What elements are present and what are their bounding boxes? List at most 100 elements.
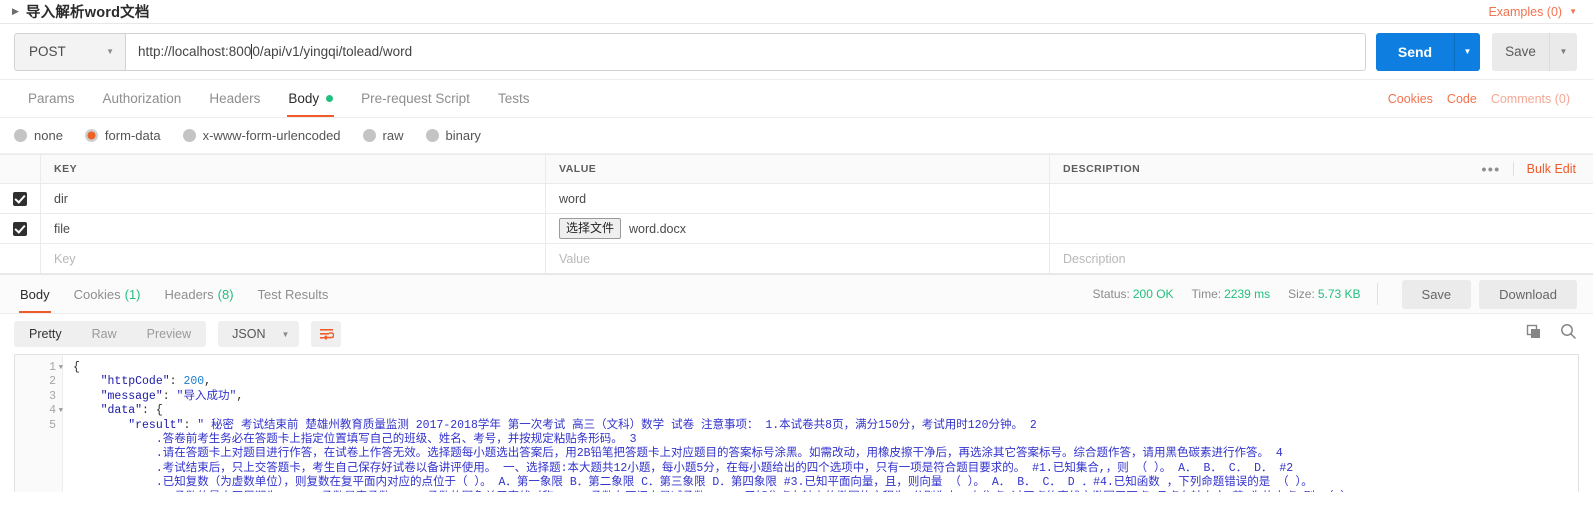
row-description-input[interactable] — [1050, 214, 1593, 244]
response-tab-test-results[interactable]: Test Results — [246, 275, 341, 313]
radio-x-www-form-urlencoded[interactable]: x-www-form-urlencoded — [182, 128, 341, 143]
tab-label: Test Results — [257, 286, 329, 302]
checkbox-checked-icon[interactable] — [13, 221, 27, 236]
copy-icon[interactable] — [1526, 324, 1542, 345]
line-number: 4 ▼ — [15, 404, 63, 418]
table-empty-row[interactable]: Key Value Description — [0, 244, 1593, 274]
row-description-input[interactable] — [1050, 184, 1593, 214]
radio-label: x-www-form-urlencoded — [202, 128, 341, 143]
column-header-key: KEY — [41, 154, 546, 184]
tab-count: (1) — [124, 286, 141, 302]
fold-toggle-icon[interactable]: ▼ — [59, 361, 63, 375]
view-mode-preview[interactable]: Preview — [132, 321, 206, 347]
code-token: , — [236, 389, 244, 403]
line-number-value: 4 — [49, 404, 56, 418]
status-badge: Status: 200 OK — [1092, 287, 1173, 301]
code-line: "result": " 秘密 考试结束前 楚雄州教育质量监测 2017-2018… — [63, 419, 1578, 433]
radio-label: form-data — [104, 128, 161, 143]
response-tab-headers[interactable]: Headers (8) — [153, 275, 246, 313]
tab-pre-request-script[interactable]: Pre-request Script — [347, 80, 484, 117]
response-format-value: JSON — [232, 327, 266, 341]
code-line-wrapped: .请在答题卡上对题目进行作答，在试卷上作答无效。选择题每小题选出答案后，用2B铅… — [63, 447, 1578, 461]
table-header-actions: ••• Bulk Edit — [1469, 162, 1580, 176]
table-row[interactable]: file 选择文件 word.docx — [0, 214, 1593, 244]
search-icon[interactable] — [1560, 323, 1577, 345]
new-row-description-input[interactable]: Description — [1050, 244, 1593, 274]
tab-tests[interactable]: Tests — [484, 80, 544, 117]
chevron-down-icon[interactable]: ▼ — [1569, 7, 1577, 16]
code-line-wrapped: .已知复数（为虚数单位），则复数在复平面内对应的点位于（ ）。 A．第一象限 B… — [63, 476, 1578, 490]
save-response-button[interactable]: Save — [1401, 279, 1472, 309]
http-method-select[interactable]: POST ▼ — [14, 32, 125, 71]
json-code-content[interactable]: { "httpCode": 200, "message": "导入成功", "d… — [63, 355, 1578, 492]
fold-toggle-icon[interactable]: ▼ — [59, 404, 63, 418]
send-options-caret-icon[interactable]: ▼ — [1454, 32, 1480, 71]
code-token: .考试结束后，只上交答题卡，考生自己保存好试卷以备讲评使用。 一、选择题:本大题… — [155, 461, 1294, 475]
code-token: : — [183, 418, 198, 432]
tab-label: Cookies — [73, 286, 121, 302]
new-row-key-input[interactable]: Key — [41, 244, 546, 274]
more-options-icon[interactable]: ••• — [1469, 162, 1514, 176]
bulk-edit-button[interactable]: Bulk Edit — [1514, 162, 1580, 176]
response-tab-cookies[interactable]: Cookies (1) — [62, 275, 153, 313]
url-input[interactable]: http://localhost:800 0/api/v1/yingqi/tole… — [125, 32, 1366, 71]
row-key-input[interactable]: dir — [41, 184, 546, 214]
code-link[interactable]: Code — [1440, 80, 1484, 117]
tab-label: Body — [288, 91, 320, 106]
row-value-input[interactable]: word — [546, 184, 1050, 214]
save-request-button[interactable]: Save — [1492, 32, 1549, 71]
radio-label: none — [34, 128, 63, 143]
http-method-value: POST — [29, 44, 66, 59]
tab-headers[interactable]: Headers — [195, 80, 274, 117]
row-checkbox-cell[interactable] — [0, 184, 41, 214]
view-mode-pretty[interactable]: Pretty — [14, 321, 77, 347]
response-tab-body[interactable]: Body — [8, 275, 62, 313]
tab-body[interactable]: Body — [274, 80, 347, 117]
row-checkbox-cell[interactable] — [0, 214, 41, 244]
word-wrap-icon — [319, 328, 334, 340]
view-mode-segmented-control: Pretty Raw Preview — [14, 321, 207, 347]
radio-label: binary — [445, 128, 481, 143]
row-checkbox-cell[interactable] — [0, 244, 41, 274]
breadcrumb-bar: ▶ 导入解析word文档 Examples (0) ▼ — [0, 0, 1593, 24]
row-value-file-cell[interactable]: 选择文件 word.docx — [546, 214, 1050, 244]
save-options-caret-icon[interactable]: ▼ — [1549, 32, 1577, 71]
code-line-wrapped: .考试结束后，只上交答题卡，考生自己保存好试卷以备讲评使用。 一、选择题:本大题… — [63, 462, 1578, 476]
radio-indicator-icon — [14, 129, 27, 142]
row-key-input[interactable]: file — [41, 214, 546, 244]
comments-link[interactable]: Comments (0) — [1484, 80, 1577, 117]
cookies-link[interactable]: Cookies — [1381, 80, 1440, 117]
tab-label: Headers — [209, 91, 261, 106]
time-badge: Time: 2239 ms — [1192, 287, 1271, 301]
response-format-select[interactable]: JSON ▼ — [218, 321, 300, 347]
line-number-value: 3 — [49, 389, 56, 403]
send-button[interactable]: Send — [1376, 32, 1454, 71]
line-number: 3 — [15, 390, 62, 404]
view-mode-raw[interactable]: Raw — [77, 321, 132, 347]
status-label: Status: — [1092, 287, 1130, 301]
radio-label: raw — [382, 128, 404, 143]
url-text-after-cursor: 0/api/v1/yingqi/tolead/word — [252, 44, 413, 59]
request-url-row: POST ▼ http://localhost:800 0/api/v1/ying… — [0, 24, 1593, 80]
new-row-value-input[interactable]: Value — [546, 244, 1050, 274]
response-body-code-viewer[interactable]: 1 ▼ 2 3 4 ▼ 5 { "httpCode": 200, "message"… — [14, 354, 1579, 492]
save-button-group: Save ▼ — [1492, 32, 1577, 71]
code-line-wrapped: .答卷前考生务必在答题卡上指定位置填写自己的班级、姓名、考号，并按规定粘贴条形码… — [63, 433, 1578, 447]
tab-authorization[interactable]: Authorization — [89, 80, 196, 117]
examples-link[interactable]: Examples (0) — [1488, 5, 1562, 19]
divider — [1376, 283, 1378, 305]
radio-indicator-icon — [425, 129, 439, 142]
radio-binary[interactable]: binary — [425, 128, 481, 143]
tab-params[interactable]: Params — [14, 80, 89, 117]
choose-file-button[interactable]: 选择文件 — [559, 218, 622, 239]
checkbox-checked-icon[interactable] — [13, 191, 27, 206]
chevron-right-icon[interactable]: ▶ — [12, 7, 19, 16]
download-response-button[interactable]: Download — [1479, 279, 1577, 309]
radio-form-data[interactable]: form-data — [84, 128, 161, 143]
radio-none[interactable]: none — [14, 128, 63, 143]
size-label: Size: — [1288, 287, 1315, 301]
table-row[interactable]: dir word — [0, 184, 1593, 214]
word-wrap-toggle[interactable] — [311, 321, 342, 347]
radio-raw[interactable]: raw — [362, 128, 404, 143]
